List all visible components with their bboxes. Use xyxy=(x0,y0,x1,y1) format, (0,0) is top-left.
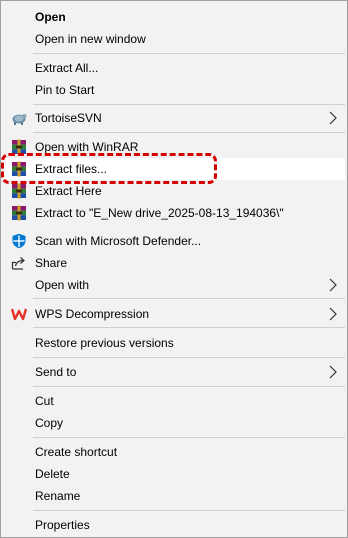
defender-shield-icon xyxy=(12,233,26,249)
menu-item-delete[interactable]: Delete xyxy=(3,463,345,485)
chevron-right-icon xyxy=(329,307,337,321)
menu-separator xyxy=(33,53,345,54)
menu-item-share[interactable]: Share xyxy=(3,252,345,274)
highlight-annotation xyxy=(1,153,217,184)
menu-item-extract-here-label: Extract Here xyxy=(35,184,102,198)
menu-item-open-label: Open xyxy=(35,10,66,24)
menu-item-scan-defender[interactable]: Scan with Microsoft Defender... xyxy=(3,230,345,252)
menu-item-extract-to-label: Extract to "E_New drive_2025-08-13_19403… xyxy=(35,206,284,220)
menu-separator xyxy=(33,132,345,133)
menu-item-wps-decompression-label: WPS Decompression xyxy=(35,307,150,321)
menu-item-tortoisesvn[interactable]: TortoiseSVN xyxy=(3,107,345,129)
context-menu: Open Open in new window Extract All... P… xyxy=(0,0,348,538)
menu-item-delete-label: Delete xyxy=(35,467,70,481)
menu-item-open-with[interactable]: Open with xyxy=(3,274,345,296)
menu-item-properties-label: Properties xyxy=(35,518,90,532)
wps-icon xyxy=(11,308,27,321)
menu-item-cut[interactable]: Cut xyxy=(3,390,345,412)
menu-item-open-new-window[interactable]: Open in new window xyxy=(3,28,345,50)
menu-item-open-with-label: Open with xyxy=(35,278,90,292)
tortoisesvn-icon xyxy=(12,114,27,125)
menu-item-create-shortcut-label: Create shortcut xyxy=(35,445,118,459)
menu-item-copy[interactable]: Copy xyxy=(3,412,345,434)
menu-item-create-shortcut[interactable]: Create shortcut xyxy=(3,441,345,463)
menu-item-restore-previous[interactable]: Restore previous versions xyxy=(3,332,345,354)
chevron-right-icon xyxy=(329,111,337,125)
menu-separator xyxy=(33,327,345,328)
menu-item-rename-label: Rename xyxy=(35,489,81,503)
winrar-icon xyxy=(12,205,26,221)
menu-separator xyxy=(33,357,345,358)
menu-item-rename[interactable]: Rename xyxy=(3,485,345,507)
menu-item-extract-all[interactable]: Extract All... xyxy=(3,57,345,79)
menu-item-pin-to-start-label: Pin to Start xyxy=(35,83,95,97)
menu-item-cut-label: Cut xyxy=(35,394,54,408)
menu-item-share-label: Share xyxy=(35,256,68,270)
menu-item-scan-defender-label: Scan with Microsoft Defender... xyxy=(35,234,202,248)
menu-item-properties[interactable]: Properties xyxy=(3,514,345,536)
menu-item-tortoisesvn-label: TortoiseSVN xyxy=(35,111,102,125)
menu-item-extract-all-label: Extract All... xyxy=(35,61,99,75)
winrar-icon xyxy=(12,183,26,199)
menu-separator xyxy=(33,510,345,511)
menu-item-extract-to[interactable]: Extract to "E_New drive_2025-08-13_19403… xyxy=(3,202,345,224)
menu-item-restore-previous-label: Restore previous versions xyxy=(35,336,174,350)
menu-item-send-to-label: Send to xyxy=(35,365,77,379)
menu-item-send-to[interactable]: Send to xyxy=(3,361,345,383)
menu-separator xyxy=(33,386,345,387)
menu-separator xyxy=(33,104,345,105)
share-icon xyxy=(11,257,25,270)
menu-item-pin-to-start[interactable]: Pin to Start xyxy=(3,79,345,101)
menu-separator xyxy=(33,298,345,299)
menu-item-wps-decompression[interactable]: WPS Decompression xyxy=(3,303,345,325)
menu-item-open-new-window-label: Open in new window xyxy=(35,32,146,46)
menu-separator xyxy=(33,437,345,438)
menu-item-copy-label: Copy xyxy=(35,416,64,430)
chevron-right-icon xyxy=(329,278,337,292)
menu-item-open[interactable]: Open xyxy=(3,6,345,28)
chevron-right-icon xyxy=(329,365,337,379)
